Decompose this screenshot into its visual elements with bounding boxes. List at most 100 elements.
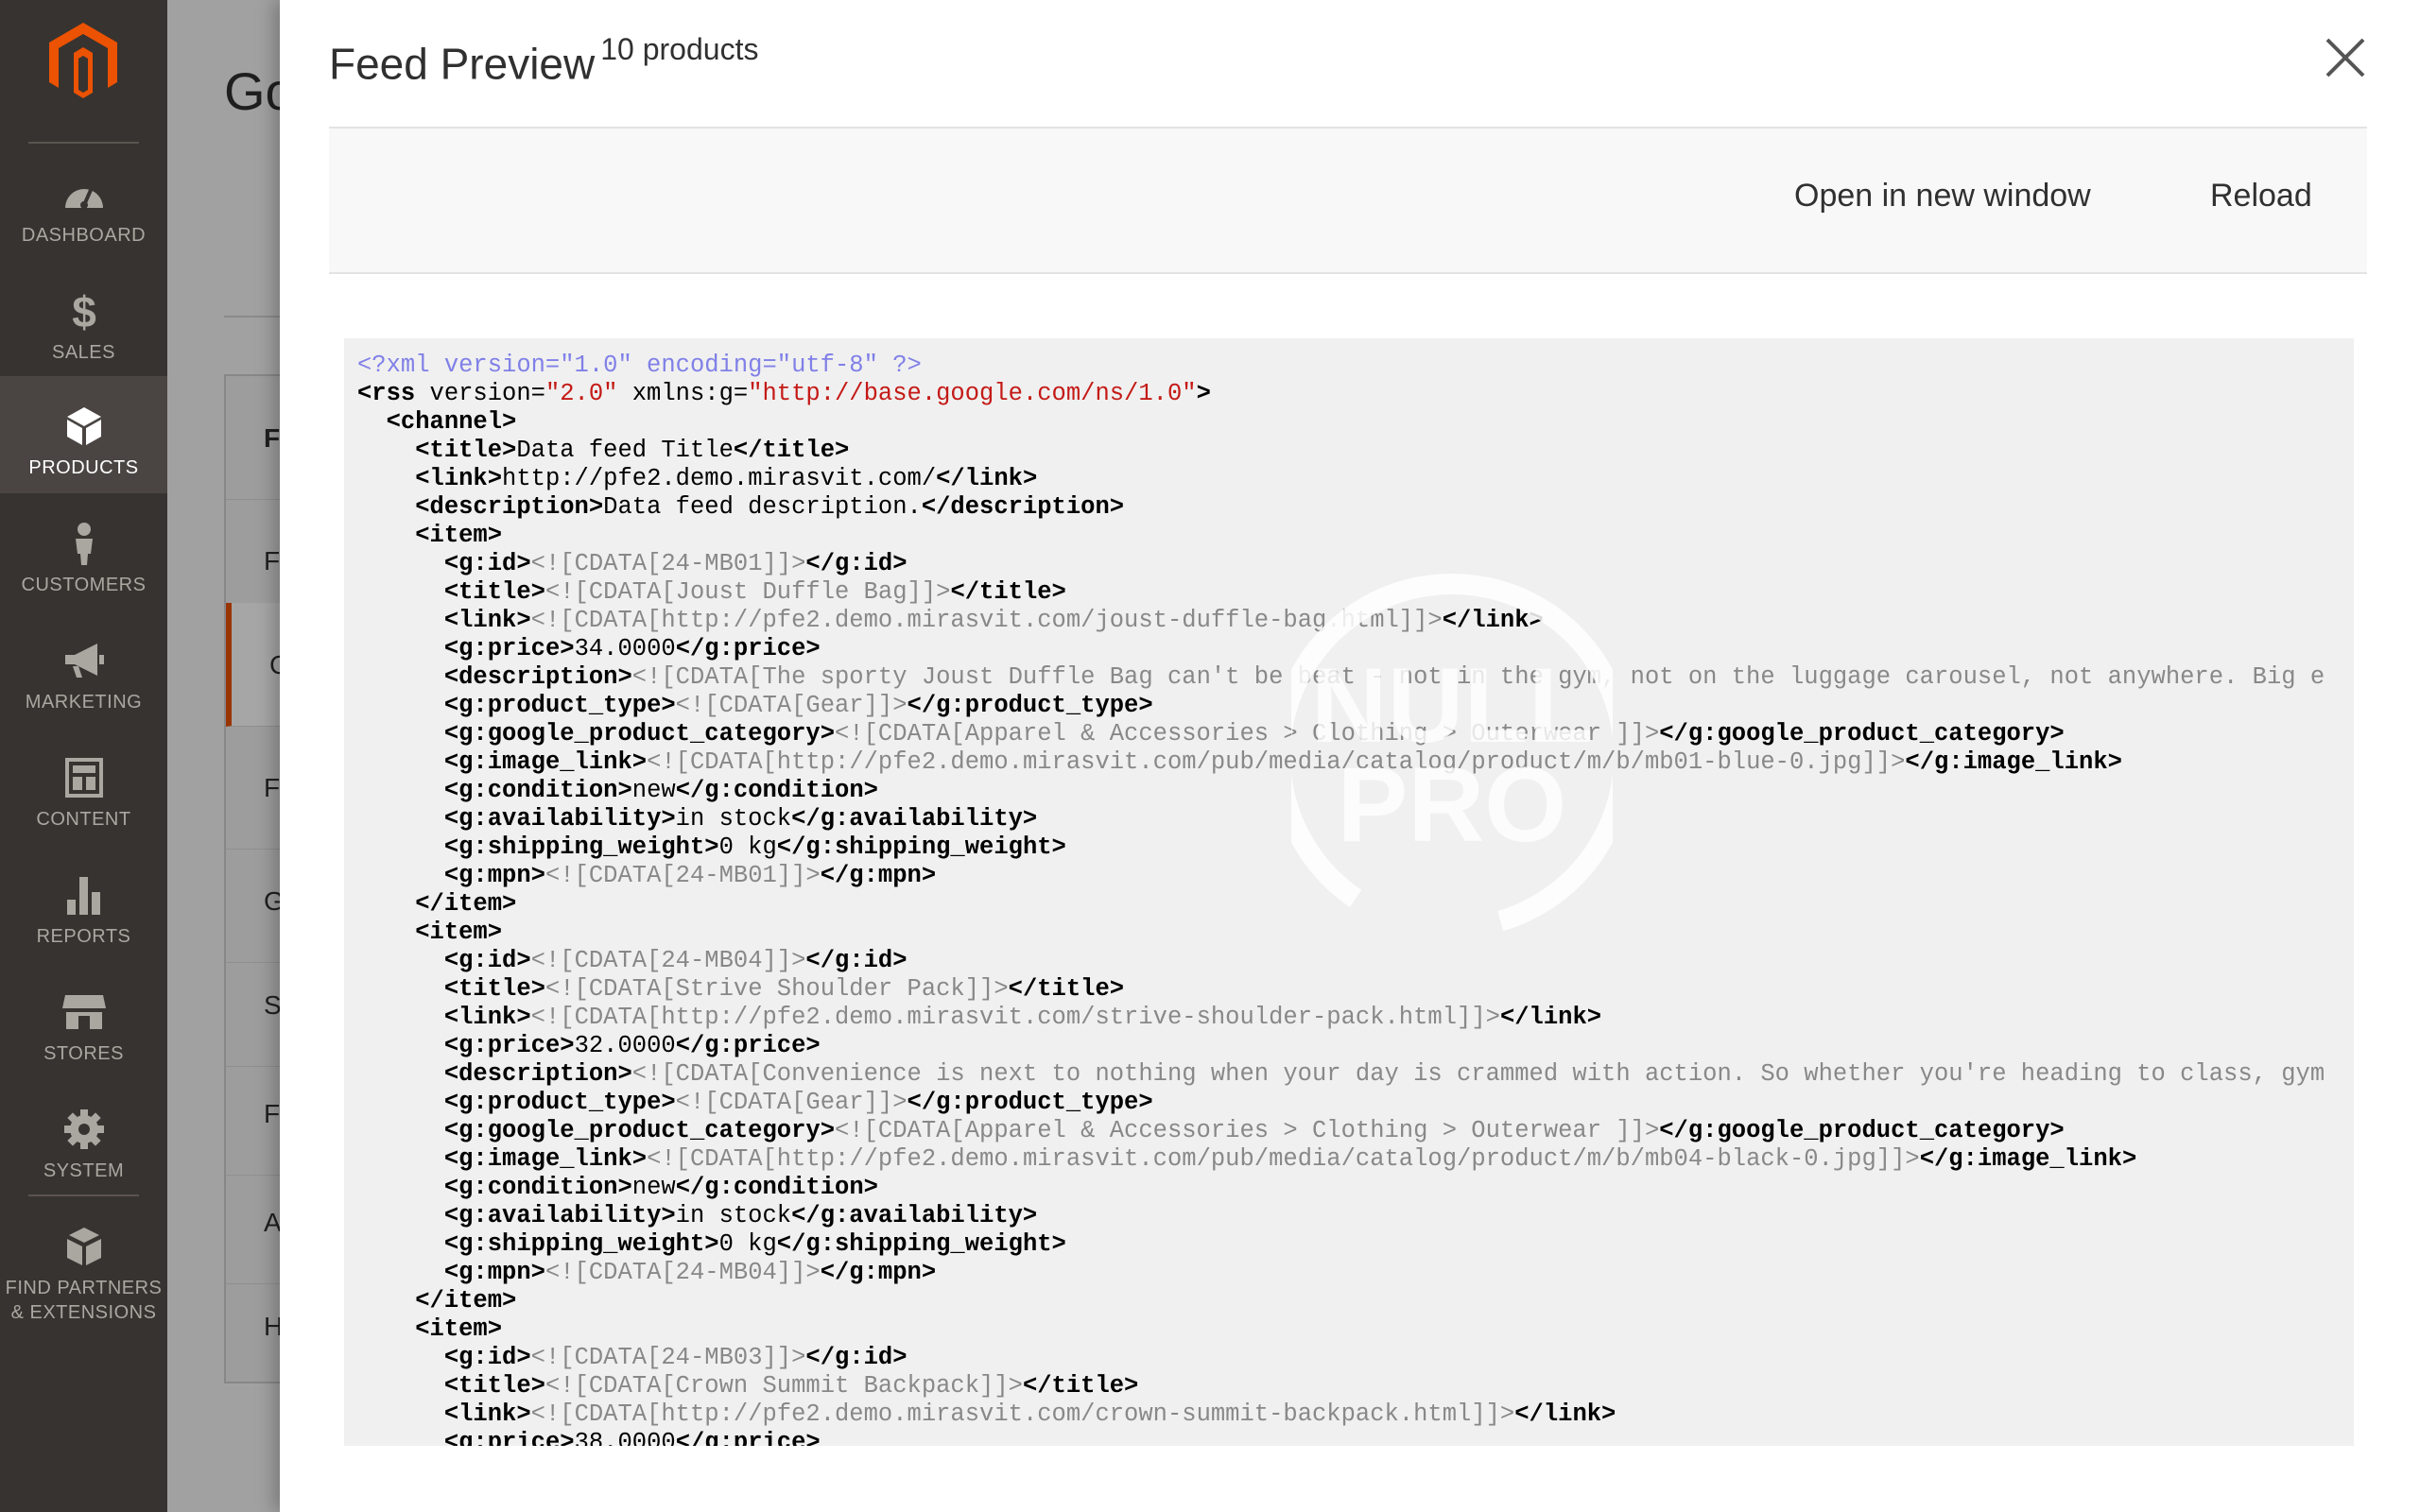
sidebar-item-sales[interactable]: $ SALES bbox=[0, 261, 167, 378]
xml-token: <g:price> bbox=[443, 635, 575, 662]
xml-token: <?xml version="1.0" encoding="utf-8" ?> bbox=[357, 352, 922, 379]
xml-indent bbox=[357, 1287, 415, 1314]
xml-token: <![CDATA[Apparel & Accessories > Clothin… bbox=[835, 1117, 1660, 1144]
xml-line: <g:google_product_category><![CDATA[Appa… bbox=[357, 1117, 2325, 1145]
xml-token: <g:image_link> bbox=[443, 1145, 648, 1173]
xml-token: </g:price> bbox=[675, 1032, 821, 1059]
xml-token: <g:product_type> bbox=[443, 1089, 676, 1116]
xml-indent bbox=[357, 720, 444, 747]
xml-token: > bbox=[1196, 380, 1211, 407]
xml-line: <g:mpn><![CDATA[24-MB04]]></g:mpn> bbox=[357, 1259, 2325, 1287]
xml-token: <link> bbox=[443, 1400, 531, 1428]
modal-title-text: Feed Preview bbox=[329, 39, 596, 89]
xml-token: <![CDATA[http://pfe2.demo.mirasvit.com/p… bbox=[647, 748, 1906, 776]
xml-token: </g:google_product_category> bbox=[1659, 1117, 2065, 1144]
xml-token: <g:google_product_category> bbox=[443, 720, 835, 747]
xml-token: <title> bbox=[443, 975, 545, 1003]
xml-indent bbox=[357, 1117, 444, 1144]
xml-code: <?xml version="1.0" encoding="utf-8" ?> <… bbox=[357, 352, 2325, 1446]
xml-token: </title> bbox=[1008, 975, 1125, 1003]
xml-token: </link> bbox=[1514, 1400, 1616, 1428]
close-icon[interactable] bbox=[2322, 34, 2369, 81]
sidebar-item-label: DASHBOARD bbox=[21, 225, 147, 246]
sidebar-item-dashboard[interactable]: DASHBOARD bbox=[0, 144, 167, 261]
xml-token: 38.0000 bbox=[574, 1429, 676, 1446]
xml-token: <g:condition> bbox=[443, 777, 632, 804]
sidebar-item-marketing[interactable]: MARKETING bbox=[0, 610, 167, 728]
xml-line: <rss version="2.0" xmlns:g="http://base.… bbox=[357, 380, 2325, 408]
sidebar-item-customers[interactable]: CUSTOMERS bbox=[0, 493, 167, 610]
xml-token: <item> bbox=[415, 919, 503, 946]
xml-token: <g:shipping_weight> bbox=[443, 833, 719, 861]
xml-token: </g:product_type> bbox=[907, 692, 1153, 719]
xml-token: 0 kg bbox=[718, 833, 777, 861]
xml-token: <g:price> bbox=[443, 1429, 575, 1446]
xml-line: <g:price>32.0000</g:price> bbox=[357, 1032, 2325, 1060]
sidebar-item-stores[interactable]: STORES bbox=[0, 962, 167, 1079]
xml-indent bbox=[357, 1372, 444, 1400]
xml-line: <g:condition>new</g:condition> bbox=[357, 777, 2325, 805]
xml-token: <g:availability> bbox=[443, 1202, 676, 1229]
xml-indent bbox=[357, 1145, 444, 1173]
xml-indent bbox=[357, 833, 444, 861]
xml-indent bbox=[357, 635, 444, 662]
xml-line: <?xml version="1.0" encoding="utf-8" ?> bbox=[357, 352, 2325, 380]
xml-token: <g:shipping_weight> bbox=[443, 1230, 719, 1258]
xml-token: </description> bbox=[921, 493, 1125, 521]
xml-line: <item> bbox=[357, 522, 2325, 550]
xml-line: <title><![CDATA[Strive Shoulder Pack]]><… bbox=[357, 975, 2325, 1004]
xml-indent bbox=[357, 777, 444, 804]
xml-indent bbox=[357, 975, 444, 1003]
xml-line: <item> bbox=[357, 1315, 2325, 1344]
sidebar-item-find-partners[interactable]: FIND PARTNERS & EXTENSIONS bbox=[0, 1196, 167, 1338]
xml-token: 34.0000 bbox=[574, 635, 676, 662]
xml-line: <g:shipping_weight>0 kg</g:shipping_weig… bbox=[357, 1230, 2325, 1259]
sidebar-item-label: CUSTOMERS bbox=[21, 575, 147, 595]
xml-line: <g:image_link><![CDATA[http://pfe2.demo.… bbox=[357, 748, 2325, 777]
xml-token: </g:mpn> bbox=[820, 862, 937, 889]
sidebar-item-label: STORES bbox=[43, 1043, 124, 1064]
xml-line: <title><![CDATA[Joust Duffle Bag]]></tit… bbox=[357, 578, 2325, 607]
xml-token: </link> bbox=[1499, 1004, 1602, 1031]
xml-token: <![CDATA[http://pfe2.demo.mirasvit.com/p… bbox=[647, 1145, 1920, 1173]
gear-icon bbox=[63, 1108, 105, 1151]
xml-indent bbox=[357, 1060, 444, 1088]
xml-line: <g:availability>in stock</g:availability… bbox=[357, 805, 2325, 833]
megaphone-icon bbox=[63, 639, 105, 682]
xml-token: Data feed Title bbox=[516, 437, 734, 464]
xml-indent bbox=[357, 890, 415, 918]
reload-button[interactable]: Reload bbox=[2210, 178, 2312, 215]
sidebar-item-products[interactable]: PRODUCTS bbox=[0, 376, 167, 493]
sidebar-item-label: REPORTS bbox=[36, 926, 131, 947]
xml-token: <description> bbox=[415, 493, 604, 521]
xml-line: <link><![CDATA[http://pfe2.demo.mirasvit… bbox=[357, 1004, 2325, 1032]
xml-line: <item> bbox=[357, 919, 2325, 947]
xml-line: <g:product_type><![CDATA[Gear]]></g:prod… bbox=[357, 1089, 2325, 1117]
sidebar-item-content[interactable]: CONTENT bbox=[0, 728, 167, 845]
xml-token: <description> bbox=[443, 1060, 632, 1088]
magento-logo-icon[interactable] bbox=[47, 21, 119, 102]
sidebar-item-system[interactable]: SYSTEM bbox=[0, 1079, 167, 1196]
xml-token: <title> bbox=[443, 1372, 545, 1400]
xml-token: <![CDATA[24-MB04]]> bbox=[530, 947, 806, 974]
xml-token: </g:id> bbox=[805, 550, 908, 577]
xml-token: </g:availability> bbox=[791, 1202, 1038, 1229]
xml-line: <link><![CDATA[http://pfe2.demo.mirasvit… bbox=[357, 607, 2325, 635]
xml-token: <g:product_type> bbox=[443, 692, 676, 719]
xml-indent bbox=[357, 578, 444, 606]
sidebar-item-label: CONTENT bbox=[36, 809, 131, 830]
xml-line: <g:price>38.0000</g:price> bbox=[357, 1429, 2325, 1446]
xml-preview[interactable]: <?xml version="1.0" encoding="utf-8" ?> <… bbox=[344, 338, 2354, 1446]
xml-token: in stock bbox=[675, 805, 792, 833]
admin-sidebar: DASHBOARD $ SALES PRODUCTS CUSTOMERS MAR… bbox=[0, 0, 167, 1512]
person-icon bbox=[71, 522, 97, 565]
xml-indent bbox=[357, 663, 444, 691]
xml-indent bbox=[357, 607, 444, 634]
sidebar-item-reports[interactable]: REPORTS bbox=[0, 845, 167, 962]
xml-indent bbox=[357, 1202, 444, 1229]
xml-indent bbox=[357, 947, 444, 974]
xml-line: <g:id><![CDATA[24-MB01]]></g:id> bbox=[357, 550, 2325, 578]
open-in-new-window-button[interactable]: Open in new window bbox=[1794, 178, 2091, 215]
xml-token: <![CDATA[Gear]]> bbox=[675, 692, 908, 719]
xml-token: <![CDATA[http://pfe2.demo.mirasvit.com/c… bbox=[530, 1400, 1515, 1428]
